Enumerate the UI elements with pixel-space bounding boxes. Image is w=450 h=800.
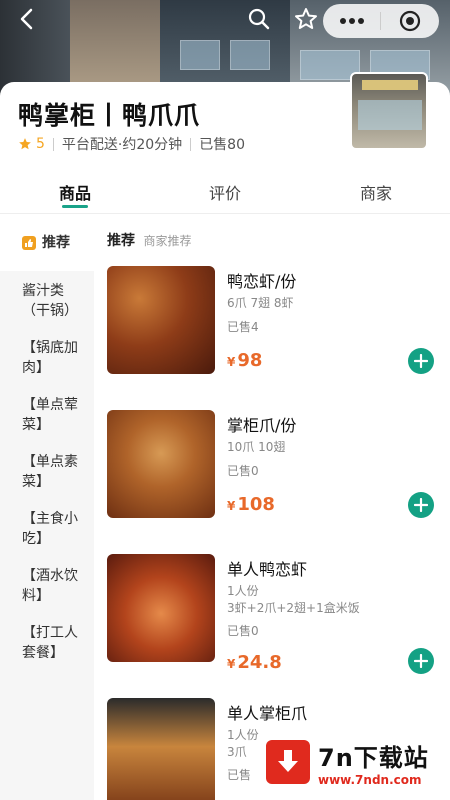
add-to-cart-plus-icon[interactable]: [408, 348, 434, 374]
miniprogram-capsule: [323, 4, 439, 38]
tab-products[interactable]: 商品: [30, 170, 120, 214]
store-name: 鸭掌柜丨鸭爪爪: [18, 101, 201, 130]
dish-price: ¥98: [227, 350, 262, 371]
section-header: 推荐 商家推荐: [107, 230, 191, 250]
tab-reviews[interactable]: 评价: [180, 170, 270, 214]
dish-card[interactable]: 单人鸭恋虾 1人份 3虾+2爪+2翅+1盒米饭 已售0 ¥24.8: [107, 554, 437, 674]
add-to-cart-plus-icon[interactable]: [408, 648, 434, 674]
rating-star-icon: [19, 138, 31, 150]
sidebar-item-label: 【单点素菜】: [22, 454, 78, 490]
site-watermark: 7n下载站 www.7ndn.com: [258, 730, 448, 794]
sidebar-item-combo[interactable]: 【打工人套餐】: [0, 613, 94, 670]
search-icon[interactable]: [244, 4, 274, 34]
currency-symbol: ¥: [227, 499, 236, 513]
dish-card[interactable]: 掌柜爪/份 10爪 10翅 已售0 ¥108: [107, 410, 437, 520]
sidebar-item-veg[interactable]: 【单点素菜】: [0, 442, 94, 499]
sidebar-item-label: 【锅底加肉】: [22, 340, 78, 376]
sidebar-item-label: 【主食小吃】: [22, 511, 78, 547]
dish-description: 1人份: [227, 584, 259, 598]
dish-description: 10爪 10翅: [227, 440, 286, 454]
dish-price-value: 98: [237, 350, 263, 371]
sidebar-item-meat[interactable]: 【单点荤菜】: [0, 385, 94, 442]
sidebar-item-label: 【酒水饮料】: [22, 568, 78, 604]
sidebar-item-label: 酱汁类（干锅）: [22, 283, 78, 319]
favorite-star-icon[interactable]: [291, 4, 321, 34]
dish-name: 单人鸭恋虾: [227, 560, 308, 579]
sidebar-item-label: 【打工人套餐】: [22, 625, 78, 661]
dish-name: 单人掌柜爪: [227, 704, 308, 723]
dish-price: ¥24.8: [227, 652, 282, 673]
store-meta: 5 平台配送·约20分钟 已售80: [18, 134, 245, 154]
sidebar-item-staple[interactable]: 【主食小吃】: [0, 499, 94, 556]
add-to-cart-plus-icon[interactable]: [408, 492, 434, 518]
active-tab-indicator: [62, 205, 88, 208]
dish-sold-count: 已售: [227, 768, 252, 782]
close-miniprogram-icon[interactable]: [381, 4, 438, 38]
section-subtitle: 商家推荐: [143, 234, 192, 248]
dish-sold-count: 已售4: [227, 320, 259, 334]
dish-image: [107, 554, 215, 662]
store-card: 鸭掌柜丨鸭爪爪 5 平台配送·约20分钟 已售80 商品 评价 商家 推荐 酱汁…: [0, 72, 450, 800]
tab-merchant-label: 商家: [359, 184, 392, 203]
watermark-url: www.7ndn.com: [318, 772, 422, 787]
store-sold-count: 已售80: [199, 137, 246, 153]
dish-name: 鸭恋虾/份: [227, 272, 297, 291]
sidebar-item-pot-base[interactable]: 【锅底加肉】: [0, 328, 94, 385]
back-icon[interactable]: [12, 4, 42, 34]
more-options-icon[interactable]: [323, 4, 380, 38]
dish-description: 1人份: [227, 728, 259, 742]
dish-description: 3虾+2爪+2翅+1盒米饭: [227, 601, 360, 615]
tab-reviews-label: 评价: [208, 184, 241, 203]
dish-description: 6爪 7翅 8虾: [227, 296, 294, 310]
top-nav-bar: [0, 0, 450, 38]
dish-sold-count: 已售0: [227, 624, 259, 638]
tab-products-label: 商品: [58, 184, 91, 203]
download-arrow-icon: [266, 740, 310, 784]
dish-description: 3爪: [227, 745, 247, 759]
sidebar-item-label: 【单点荤菜】: [22, 397, 78, 433]
sidebar-item-sauce[interactable]: 酱汁类（干锅）: [0, 271, 94, 328]
watermark-title: 7n下载站: [318, 743, 429, 772]
dish-image: [107, 698, 215, 800]
dish-image: [107, 410, 215, 518]
tab-bar: 商品 评价 商家: [0, 170, 450, 214]
category-sidebar: 推荐 酱汁类（干锅） 【锅底加肉】 【单点荤菜】 【单点素菜】 【主食小吃】 【…: [0, 215, 94, 800]
dish-name: 掌柜爪/份: [227, 416, 297, 435]
store-rating: 5: [36, 136, 45, 152]
recommend-thumb-icon: [22, 236, 36, 250]
section-title: 推荐: [107, 233, 135, 249]
sidebar-item-label: 推荐: [42, 235, 70, 251]
sidebar-item-recommend[interactable]: 推荐: [0, 215, 94, 271]
currency-symbol: ¥: [227, 657, 236, 671]
meta-divider: [190, 137, 192, 151]
store-thumbnail[interactable]: [350, 72, 428, 150]
dish-sold-count: 已售0: [227, 464, 259, 478]
meta-divider: [52, 137, 54, 151]
dish-price-value: 24.8: [237, 652, 282, 673]
sidebar-item-drinks[interactable]: 【酒水饮料】: [0, 556, 94, 613]
dish-price-value: 108: [237, 494, 275, 515]
dish-image: [107, 266, 215, 374]
tab-merchant[interactable]: 商家: [331, 170, 421, 214]
currency-symbol: ¥: [227, 355, 236, 369]
dish-price: ¥108: [227, 494, 275, 515]
delivery-info: 平台配送·约20分钟: [61, 137, 183, 153]
dish-card[interactable]: 鸭恋虾/份 6爪 7翅 8虾 已售4 ¥98: [107, 266, 437, 376]
